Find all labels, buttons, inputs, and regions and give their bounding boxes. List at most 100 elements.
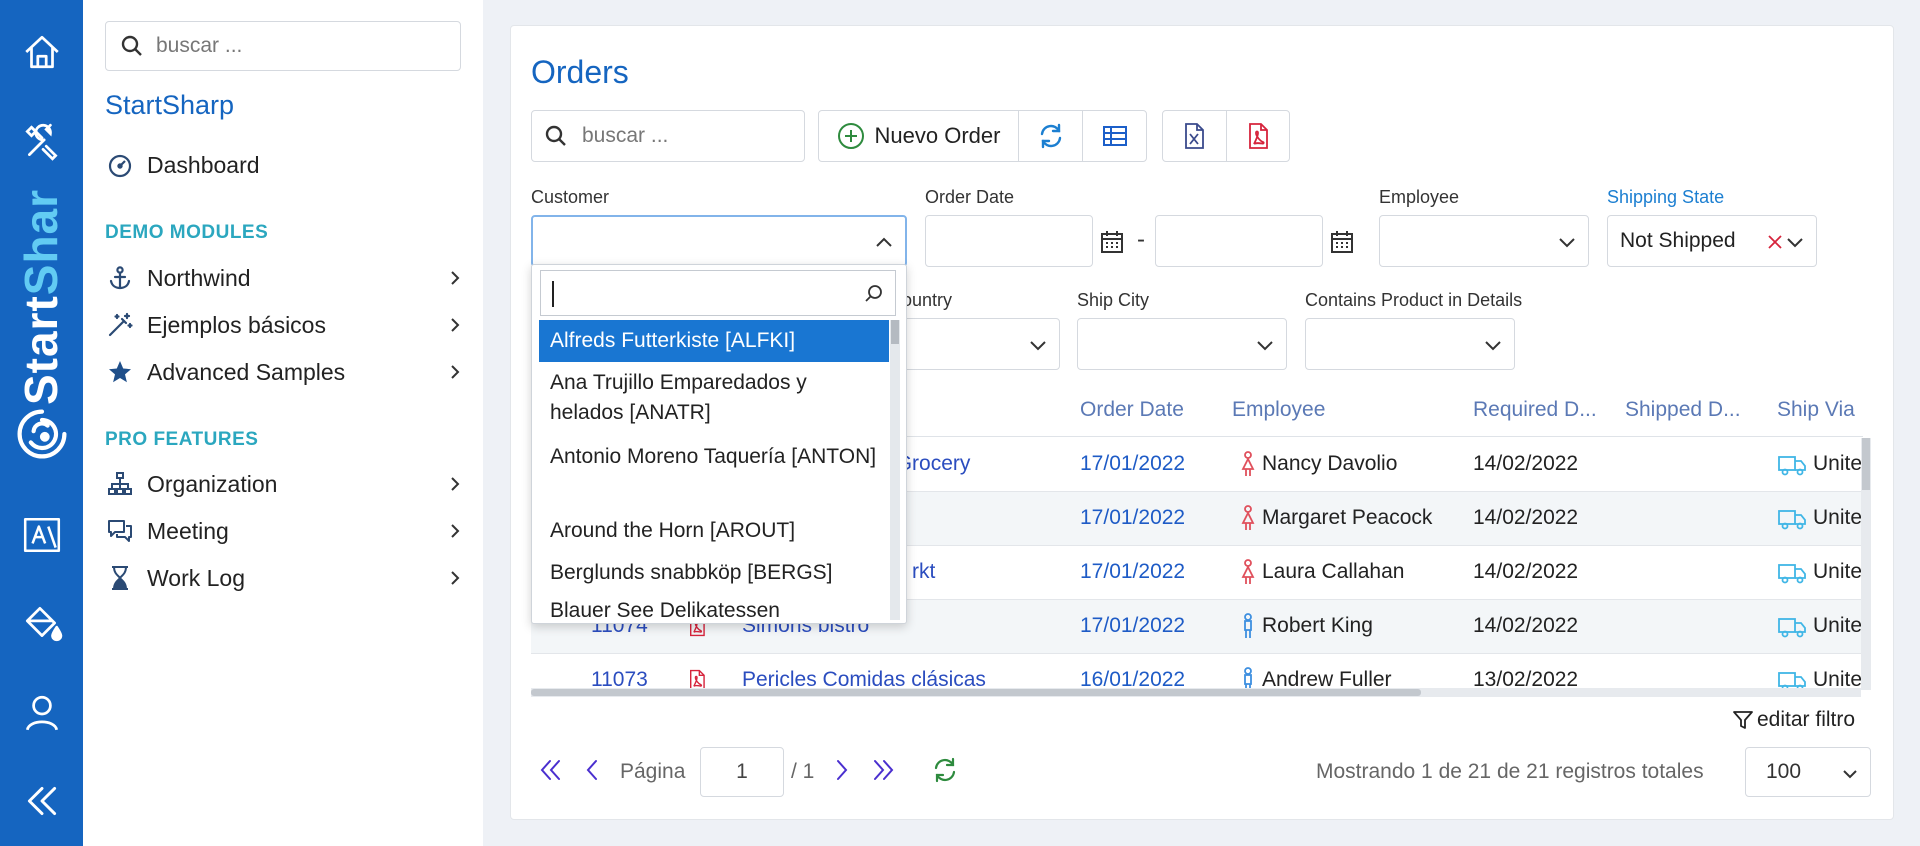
filter-contains-product-select[interactable]: [1305, 318, 1515, 370]
female-icon: [1241, 559, 1255, 584]
ship-via-cell: Unite: [1813, 560, 1863, 583]
demo-modules-heading: DEMO MODULES: [105, 222, 269, 243]
sidebar-item-dashboard[interactable]: Dashboard: [105, 143, 465, 187]
first-page-icon[interactable]: [537, 755, 567, 785]
required-date-cell: 14/02/2022: [1473, 614, 1579, 637]
chevron-down-icon: [1843, 770, 1857, 779]
page-size-select[interactable]: 100: [1745, 747, 1871, 797]
col-header-order-date[interactable]: Order Date: [1080, 398, 1184, 422]
filter-order-date-label: Order Date: [925, 187, 1015, 207]
collapse-icon[interactable]: [0, 771, 83, 831]
col-header-required-date[interactable]: Required D...: [1473, 398, 1597, 422]
sidebar-search[interactable]: [105, 21, 461, 71]
sidebar-item-label: Work Log: [147, 564, 246, 591]
pro-features-heading: PRO FEATURES: [105, 429, 259, 450]
tools-icon[interactable]: [0, 112, 83, 172]
dropdown-scrollbar[interactable]: [890, 320, 900, 620]
chevron-down-icon: [1787, 238, 1803, 248]
scrollbar-thumb[interactable]: [891, 320, 899, 344]
filter-employee-select[interactable]: [1379, 215, 1589, 267]
sidebar: StartSharp Dashboard DEMO MODULES Northw…: [83, 0, 483, 846]
home-icon[interactable]: [0, 22, 83, 82]
grid-search[interactable]: [531, 110, 805, 162]
refresh-button[interactable]: [1019, 111, 1083, 161]
order-date-start-input[interactable]: [925, 215, 1093, 267]
truck-icon: [1778, 618, 1806, 638]
order-id-cell[interactable]: 11073: [591, 668, 648, 690]
required-date-cell: 14/02/2022: [1473, 560, 1579, 583]
star-icon: [107, 359, 133, 385]
edit-filter-link[interactable]: editar filtro: [1732, 708, 1855, 732]
reload-icon[interactable]: [930, 755, 960, 785]
sidebar-item-work-log[interactable]: Work Log: [105, 556, 465, 600]
order-date-cell: 17/01/2022: [1080, 614, 1186, 637]
filter-shipping-state-label: Shipping State: [1607, 187, 1725, 207]
filter-customer-select[interactable]: [531, 215, 907, 267]
edit-filter-label: editar filtro: [1757, 708, 1856, 731]
sidebar-item-label: Dashboard: [147, 151, 260, 178]
ship-via-cell: Unite: [1813, 668, 1863, 690]
filter-ship-country-select[interactable]: [902, 318, 1060, 370]
sidebar-brand[interactable]: StartSharp: [105, 90, 234, 121]
scrollbar-thumb[interactable]: [1862, 438, 1870, 490]
filter-ship-city-select[interactable]: [1077, 318, 1287, 370]
clear-icon[interactable]: [1766, 233, 1784, 251]
customer-cell[interactable]: Pericles Comidas clásicas: [742, 668, 986, 690]
filter-shipping-state-select[interactable]: Not Shipped: [1607, 215, 1817, 267]
dropdown-option[interactable]: Around the Horn [AROUT]: [539, 510, 889, 552]
required-date-cell: 14/02/2022: [1473, 506, 1579, 529]
grid-vertical-scrollbar[interactable]: [1861, 438, 1871, 690]
customer-dropdown: Alfreds Futterkiste [ALFKI] Ana Trujillo…: [531, 264, 907, 624]
col-header-shipped-date[interactable]: Shipped D...: [1625, 398, 1741, 422]
export-pdf-button[interactable]: [1227, 111, 1290, 161]
scrollbar-thumb[interactable]: [531, 689, 1421, 696]
sidebar-search-input[interactable]: [156, 34, 446, 58]
column-picker-button[interactable]: [1083, 111, 1146, 161]
employee-cell: Laura Callahan: [1262, 560, 1405, 583]
female-icon: [1241, 451, 1255, 476]
dashboard-gauge-icon: [107, 152, 133, 178]
customer-cell[interactable]: rkt: [912, 560, 935, 584]
grid-search-input[interactable]: [582, 124, 782, 148]
col-header-ship-via[interactable]: Ship Via: [1777, 398, 1855, 422]
dropdown-option[interactable]: Berglunds snabbköp [BERGS]: [539, 552, 889, 594]
rail-brand-text: StartShar: [15, 188, 67, 406]
grid-horizontal-scrollbar[interactable]: [531, 688, 1861, 697]
sidebar-item-organization[interactable]: Organization: [105, 462, 465, 506]
dropdown-option[interactable]: Antonio Moreno Taquería [ANTON]: [539, 436, 889, 478]
chevron-down-icon: [1030, 341, 1046, 351]
paint-bucket-icon[interactable]: [0, 593, 83, 653]
calendar-icon[interactable]: [1099, 229, 1125, 255]
order-date-cell: 17/01/2022: [1080, 452, 1186, 475]
col-header-employee[interactable]: Employee: [1232, 398, 1325, 422]
next-page-icon[interactable]: [826, 755, 856, 785]
page-number-input[interactable]: 1: [700, 747, 784, 797]
filter-ship-country-label: ountry: [902, 290, 953, 310]
dropdown-search-input[interactable]: [540, 270, 896, 316]
user-icon[interactable]: [0, 683, 83, 743]
dropdown-option[interactable]: Blauer See Delikatessen: [539, 594, 889, 624]
dropdown-option[interactable]: Ana Trujillo Emparedados y helados [ANAT…: [539, 362, 889, 434]
previous-page-icon[interactable]: [578, 755, 608, 785]
chat-bubbles-icon: [107, 518, 133, 544]
new-order-button[interactable]: Nuevo Order: [819, 111, 1019, 161]
order-date-cell: 17/01/2022: [1080, 506, 1186, 529]
chevron-down-icon: [1485, 341, 1501, 351]
last-page-icon[interactable]: [867, 755, 897, 785]
sidebar-item-advanced-samples[interactable]: Advanced Samples: [105, 350, 465, 394]
table-row[interactable]: 11073 Pericles Comidas clásicas 16/01/20…: [531, 654, 1863, 690]
translate-icon[interactable]: [0, 505, 83, 565]
sidebar-item-meeting[interactable]: Meeting: [105, 509, 465, 553]
calendar-icon[interactable]: [1329, 229, 1355, 255]
pdf-icon[interactable]: [686, 669, 708, 690]
export-excel-button[interactable]: [1163, 111, 1227, 161]
records-summary: Mostrando 1 de 21 de 21 registros totale…: [1316, 760, 1704, 783]
page-total: / 1: [791, 760, 815, 783]
dropdown-option[interactable]: Alfreds Futterkiste [ALFKI]: [539, 320, 889, 362]
filter-contains-product-label: Contains Product in Details: [1305, 290, 1523, 310]
required-date-cell: 14/02/2022: [1473, 452, 1579, 475]
order-date-end-input[interactable]: [1155, 215, 1323, 267]
filter-ship-city-label: Ship City: [1077, 290, 1150, 310]
sidebar-item-ejemplos-basicos[interactable]: Ejemplos básicos: [105, 303, 465, 347]
sidebar-item-northwind[interactable]: Northwind: [105, 256, 465, 300]
